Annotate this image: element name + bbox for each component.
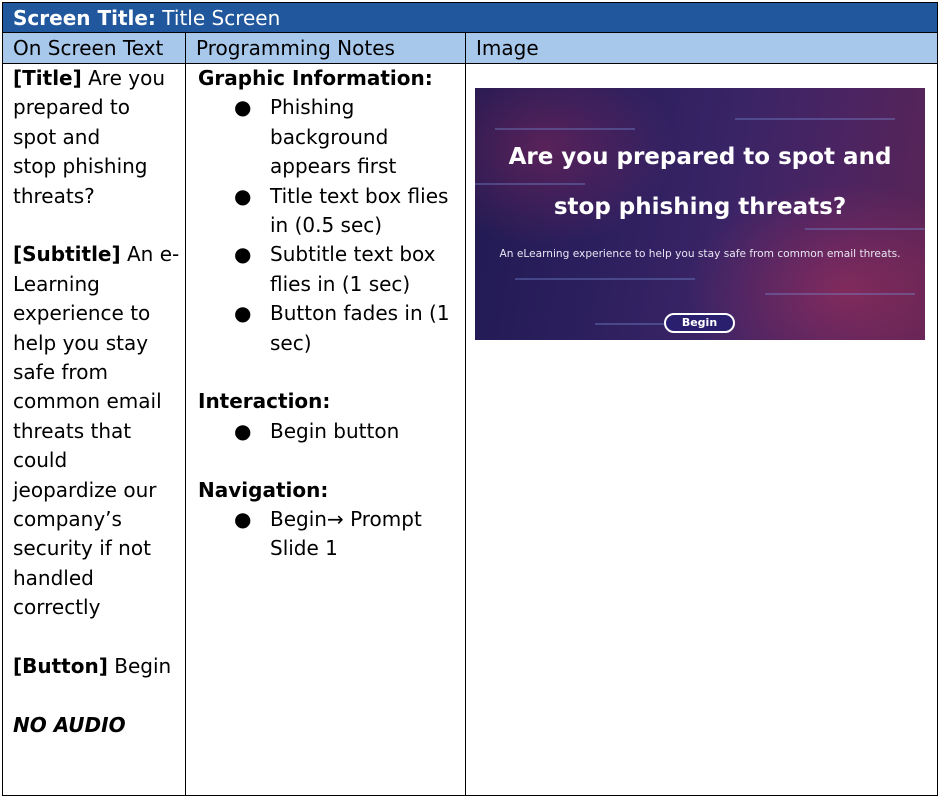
- list-item-line: in (0.5 sec): [270, 213, 383, 238]
- navigation-heading: Navigation:: [198, 477, 329, 502]
- button-text: Begin: [114, 654, 172, 679]
- bullet-icon: ●: [234, 507, 252, 532]
- title-line-5: threats?: [13, 183, 95, 208]
- subtitle-tag: [Subtitle]: [13, 242, 121, 267]
- button-line: [Button] Begin: [13, 652, 185, 681]
- list-item-line: background: [270, 124, 389, 149]
- list-item-line: Phishing: [270, 95, 355, 120]
- subtitle-line: help you stay: [13, 330, 149, 355]
- interaction-list: ● Begin button: [198, 417, 464, 446]
- begin-button: Begin: [664, 313, 735, 333]
- subtitle-line-1: [Subtitle] An e-: [13, 240, 185, 269]
- list-item-line: Begin→ Prompt: [270, 507, 422, 532]
- programming-notes-cell: Graphic Information: ● Phishing backgrou…: [198, 64, 464, 564]
- subtitle-line: company’s: [13, 507, 122, 532]
- bullet-icon: ●: [234, 301, 252, 326]
- slide-subtitle: An eLearning experience to help you stay…: [499, 248, 901, 260]
- header-on-screen-text: On Screen Text: [13, 36, 164, 60]
- graphic-information-list: ● Phishing background appears first ● Ti…: [198, 93, 464, 358]
- audio-note: NO AUDIO: [13, 712, 126, 737]
- subtitle-line: security if not: [13, 536, 151, 561]
- title-line-4: stop phishing: [13, 154, 148, 179]
- column-divider-2: [465, 33, 466, 796]
- title-text: Are you: [88, 66, 165, 90]
- title-line-3: spot and: [13, 124, 101, 149]
- screen-title-bar: Screen Title: Title Screen: [3, 3, 937, 33]
- header-programming-notes: Programming Notes: [196, 36, 395, 60]
- list-item-line: sec): [270, 330, 312, 355]
- screen-title-label: Screen Title:: [13, 6, 156, 30]
- bullet-icon: ●: [234, 183, 252, 208]
- slide-preview-image: Are you prepared to spot and stop phishi…: [475, 88, 925, 340]
- column-header-row: On Screen Text Programming Notes Image: [3, 33, 937, 64]
- subtitle-line: safe from: [13, 360, 108, 385]
- subtitle-line: jeopardize our: [13, 477, 157, 502]
- subtitle-line: handled: [13, 565, 94, 590]
- background-streak: [735, 118, 895, 120]
- list-item: ● Subtitle text box flies in (1 sec): [198, 240, 464, 299]
- list-item-line: Begin button: [270, 418, 400, 443]
- header-image: Image: [476, 36, 539, 60]
- list-item: ● Begin button: [198, 417, 464, 446]
- subtitle-line: common email: [13, 389, 162, 414]
- list-item: ● Button fades in (1 sec): [198, 299, 464, 358]
- bullet-icon: ●: [234, 418, 252, 443]
- column-divider-1: [185, 33, 186, 796]
- interaction-heading: Interaction:: [198, 389, 331, 414]
- list-item: ● Title text box flies in (0.5 sec): [198, 182, 464, 241]
- subtitle-line: correctly: [13, 595, 101, 620]
- slide-title-line-1: Are you prepared to spot and: [508, 144, 892, 170]
- subtitle-line: Learning: [13, 271, 100, 296]
- bullet-icon: ●: [234, 242, 252, 267]
- background-streak: [495, 128, 635, 130]
- title-tag: [Title]: [13, 66, 82, 90]
- subtitle-line: could: [13, 448, 68, 473]
- list-item-line: Subtitle text box: [270, 242, 436, 267]
- slide-title-line-2: stop phishing threats?: [553, 194, 847, 220]
- list-item-line: flies in (1 sec): [270, 271, 411, 296]
- on-screen-text-cell: [Title] Are you prepared to spot and sto…: [13, 64, 185, 740]
- bullet-icon: ●: [234, 95, 252, 120]
- title-line-2: prepared to: [13, 95, 130, 120]
- subtitle-line: threats that: [13, 418, 132, 443]
- list-item: ● Phishing background appears first: [198, 93, 464, 181]
- screen-title-value: Title Screen: [162, 6, 281, 30]
- subtitle-text: An e-: [127, 242, 180, 267]
- background-streak: [805, 228, 925, 230]
- background-streak: [475, 183, 585, 185]
- navigation-list: ● Begin→ Prompt Slide 1: [198, 505, 464, 564]
- list-item-line: Button fades in (1: [270, 301, 450, 326]
- graphic-information-heading: Graphic Information:: [198, 66, 433, 90]
- list-item-line: Title text box flies: [270, 183, 449, 208]
- list-item-line: appears first: [270, 154, 397, 179]
- subtitle-line: experience to: [13, 301, 151, 326]
- title-line-1: [Title] Are you: [13, 64, 185, 93]
- list-item: ● Begin→ Prompt Slide 1: [198, 505, 464, 564]
- list-item-line: Slide 1: [270, 536, 338, 561]
- button-tag: [Button]: [13, 654, 108, 679]
- background-streak: [765, 293, 915, 295]
- background-streak: [515, 278, 695, 280]
